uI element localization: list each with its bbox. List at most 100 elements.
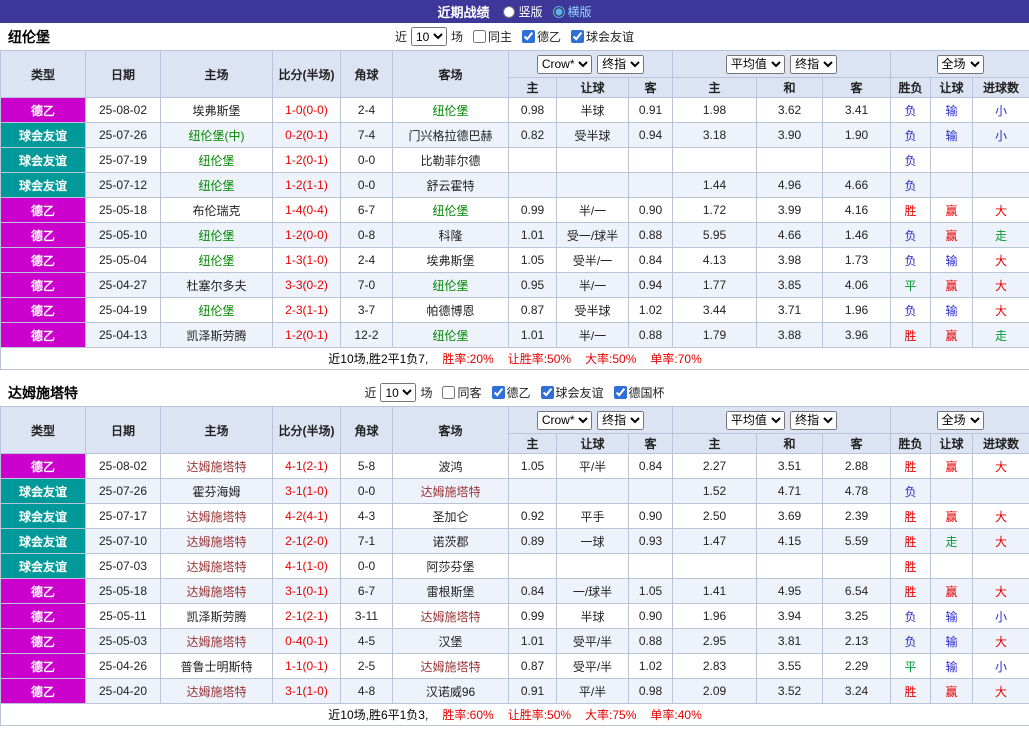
home-team-link[interactable]: 纽伦堡 [160, 247, 273, 273]
result-handicap: 赢 [930, 197, 974, 223]
home-team-link[interactable]: 普鲁士明斯特 [160, 653, 273, 679]
average-select[interactable]: 平均值 [725, 410, 785, 430]
filter-option-2[interactable]: 球会友谊 [535, 384, 604, 401]
away-team-link[interactable]: 舒云霍特 [392, 172, 509, 198]
score-link[interactable]: 1-3(1-0) [272, 247, 341, 273]
home-team-link[interactable]: 达姆施塔特 [160, 578, 273, 604]
away-team-link[interactable]: 达姆施塔特 [392, 653, 509, 679]
avg-home-odds: 1.77 [672, 272, 757, 298]
away-team-link[interactable]: 圣加仑 [392, 503, 509, 529]
away-team-link[interactable]: 汉堡 [392, 628, 509, 654]
score-link[interactable]: 3-3(0-2) [272, 272, 341, 298]
filter-checkbox-2[interactable] [540, 386, 554, 399]
filter-checkbox-1[interactable] [522, 30, 535, 43]
away-team-link[interactable]: 埃弗斯堡 [392, 247, 509, 273]
score-link[interactable]: 3-1(1-0) [272, 678, 341, 704]
filter-checkbox-0[interactable] [442, 386, 456, 399]
layout-vertical-radio[interactable] [503, 5, 516, 18]
average-select[interactable]: 平均值 [725, 54, 785, 74]
average-time-select[interactable]: 终指 [790, 54, 838, 74]
scope-select[interactable]: 全场 [936, 410, 984, 430]
score-link[interactable]: 1-1(0-1) [272, 653, 341, 679]
score-link[interactable]: 2-1(2-1) [272, 603, 341, 629]
away-team-link[interactable]: 门兴格拉德巴赫 [392, 122, 509, 148]
away-team-link[interactable]: 纽伦堡 [392, 322, 509, 348]
avg-away-odds: 3.24 [821, 678, 892, 704]
away-team-link[interactable]: 帕德博恩 [392, 297, 509, 323]
home-team-link[interactable]: 达姆施塔特 [160, 553, 273, 579]
home-team-link[interactable]: 纽伦堡 [160, 297, 273, 323]
filter-checkbox-0[interactable] [472, 30, 486, 43]
sub-header-handicap: 让球 [556, 433, 629, 454]
away-team-link[interactable]: 汉诺威96 [392, 678, 509, 704]
away-team-link[interactable]: 阿莎芬堡 [392, 553, 509, 579]
scope-select[interactable]: 全场 [936, 54, 984, 74]
filter-option-3[interactable]: 德国杯 [608, 384, 665, 401]
score-link[interactable]: 1-2(1-1) [272, 172, 341, 198]
score-link[interactable]: 1-4(0-4) [272, 197, 341, 223]
away-team-link[interactable]: 雷根斯堡 [392, 578, 509, 604]
home-team-link[interactable]: 纽伦堡 [160, 172, 273, 198]
score-link[interactable]: 4-1(1-0) [272, 553, 341, 579]
score-link[interactable]: 3-1(0-1) [272, 578, 341, 604]
away-team-link[interactable]: 波鸿 [392, 453, 509, 479]
away-team-link[interactable]: 纽伦堡 [392, 97, 509, 123]
col-header-home: 主场 [160, 406, 273, 454]
home-team-link[interactable]: 埃弗斯堡 [160, 97, 273, 123]
filter-checkbox-2[interactable] [571, 30, 585, 43]
avg-draw-odds: 3.85 [756, 272, 823, 298]
score-link[interactable]: 0-2(0-1) [272, 122, 341, 148]
score-link[interactable]: 4-1(2-1) [272, 453, 341, 479]
odds-company-select[interactable]: Crow* [536, 410, 592, 430]
odds-time-select[interactable]: 终指 [597, 410, 645, 430]
recent-count-select[interactable]: 10 [410, 27, 447, 46]
away-team-link[interactable]: 达姆施塔特 [392, 603, 509, 629]
away-team-link[interactable]: 科隆 [392, 222, 509, 248]
recent-count-select[interactable]: 10 [380, 383, 417, 402]
away-team-link[interactable]: 比勒菲尔德 [392, 147, 509, 173]
filter-option-0[interactable]: 同主 [467, 28, 512, 45]
filter-option-2[interactable]: 球会友谊 [565, 28, 634, 45]
filter-checkbox-1[interactable] [491, 386, 505, 399]
col-header-score: 比分(半场) [272, 406, 341, 454]
score-link[interactable]: 1-0(0-0) [272, 97, 341, 123]
avg-away-odds: 3.25 [821, 603, 892, 629]
away-team-link[interactable]: 纽伦堡 [392, 272, 509, 298]
score-link[interactable]: 2-3(1-1) [272, 297, 341, 323]
score-link[interactable]: 1-2(0-1) [272, 322, 341, 348]
home-team-link[interactable]: 纽伦堡 [160, 222, 273, 248]
away-team-link[interactable]: 达姆施塔特 [392, 478, 509, 504]
league-badge: 德乙 [0, 297, 86, 323]
home-team-link[interactable]: 纽伦堡(中) [160, 122, 273, 148]
home-team-link[interactable]: 达姆施塔特 [160, 678, 273, 704]
score-link[interactable]: 1-2(0-0) [272, 222, 341, 248]
home-team-link[interactable]: 纽伦堡 [160, 147, 273, 173]
filter-checkbox-3[interactable] [613, 386, 627, 399]
home-team-link[interactable]: 布伦瑞克 [160, 197, 273, 223]
filter-option-1[interactable]: 德乙 [516, 28, 561, 45]
score-link[interactable]: 2-1(2-0) [272, 528, 341, 554]
score-link[interactable]: 0-4(0-1) [272, 628, 341, 654]
score-link[interactable]: 1-2(0-1) [272, 147, 341, 173]
home-team-link[interactable]: 凯泽斯劳腾 [160, 603, 273, 629]
odds-company-select[interactable]: Crow* [536, 54, 592, 74]
score-link[interactable]: 3-1(1-0) [272, 478, 341, 504]
filter-option-0[interactable]: 同客 [436, 384, 482, 401]
home-team-link[interactable]: 达姆施塔特 [160, 628, 273, 654]
average-time-select[interactable]: 终指 [790, 410, 838, 430]
filter-option-1[interactable]: 德乙 [486, 384, 531, 401]
home-team-link[interactable]: 杜塞尔多夫 [160, 272, 273, 298]
away-team-link[interactable]: 诺茨郡 [392, 528, 509, 554]
odds-time-select[interactable]: 终指 [597, 54, 645, 74]
home-team-link[interactable]: 霍芬海姆 [160, 478, 273, 504]
layout-horizontal-option[interactable]: 横版 [552, 3, 592, 20]
home-team-link[interactable]: 达姆施塔特 [160, 453, 273, 479]
corner-score: 4-5 [340, 628, 393, 654]
away-team-link[interactable]: 纽伦堡 [392, 197, 509, 223]
home-team-link[interactable]: 达姆施塔特 [160, 528, 273, 554]
layout-horizontal-radio[interactable] [552, 5, 565, 18]
layout-vertical-option[interactable]: 竖版 [503, 3, 543, 20]
home-team-link[interactable]: 凯泽斯劳腾 [160, 322, 273, 348]
home-team-link[interactable]: 达姆施塔特 [160, 503, 273, 529]
score-link[interactable]: 4-2(4-1) [272, 503, 341, 529]
